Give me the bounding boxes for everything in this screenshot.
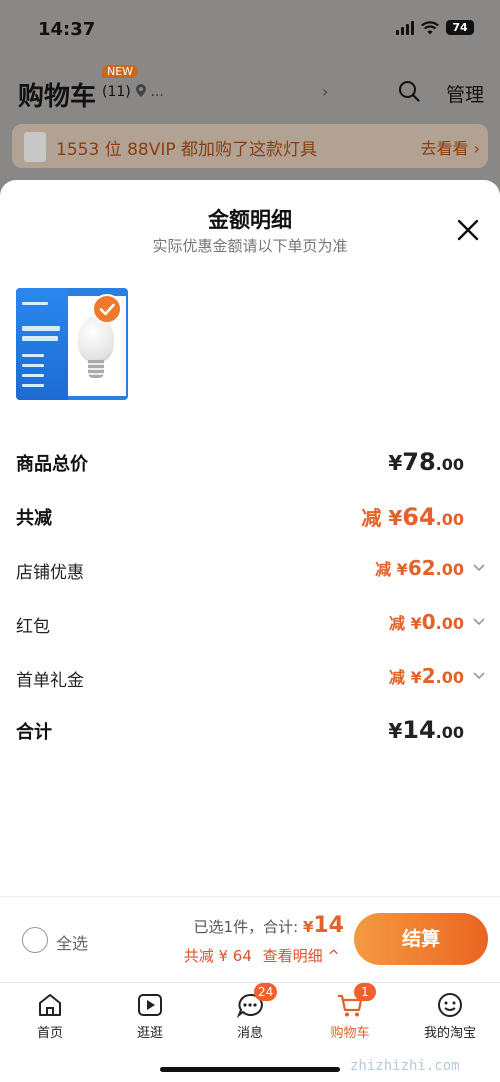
tab-browse[interactable]: 逛逛 [100,991,200,1041]
message-badge: 24 [254,983,278,1001]
battery-icon: 74 [446,20,474,35]
location-text: ... [150,84,164,100]
row-total-discount: 共减 减 ¥64.00 [16,502,486,532]
home-indicator [160,1067,340,1072]
chevron-down-icon[interactable] [472,560,486,574]
row-red-packet[interactable]: 红包 减 ¥0.00 [16,610,486,640]
row-label: 红包 [16,617,50,637]
row-label: 共减 [16,508,52,529]
status-icons: 74 [396,20,474,35]
chevron-down-icon[interactable] [472,614,486,628]
tab-cart[interactable]: 1 购物车 [300,983,400,1041]
row-value: 减 ¥2.00 [389,664,464,688]
row-label: 店铺优惠 [16,563,84,583]
chevron-down-icon[interactable] [472,668,486,682]
profile-icon [438,993,462,1017]
location-selector[interactable]: ... [136,84,164,100]
cart-badge: 1 [354,983,376,1001]
tab-profile[interactable]: 我的淘宝 [400,991,500,1041]
tab-messages[interactable]: 24 消息 [200,983,300,1041]
row-first-order-gift[interactable]: 首单礼金 减 ¥2.00 [16,664,486,694]
total-price: ¥14 [302,913,344,938]
tab-label: 首页 [36,1026,63,1041]
selected-count: 已选1件， [193,918,264,936]
row-item-total: 商品总价 ¥78.00 [16,448,486,478]
close-icon[interactable] [456,218,480,242]
row-value: ¥14.00 [388,716,464,744]
view-details-link[interactable]: 查看明细 ^ [263,947,340,965]
play-icon [138,994,162,1016]
tab-label: 消息 [236,1026,263,1041]
row-label: 商品总价 [16,454,88,475]
signal-icon [396,20,414,35]
row-value: 减 ¥0.00 [389,610,464,634]
manage-button[interactable]: 管理 [446,80,484,107]
discount-text: 共减 ¥ 64 [183,947,252,965]
product-thumbnail[interactable] [16,288,128,400]
promo-product-image [24,132,46,162]
sheet-title: 金额明细 [208,208,292,232]
tab-home[interactable]: 首页 [0,991,100,1041]
total-label: 合计: [263,918,299,936]
watermark: zhizhizhi.com [350,1058,460,1074]
background-cart-page: 14:37 74 购物车 NEW (11) ... › 管理 1553 位 88… [0,0,500,200]
tab-label: 我的淘宝 [423,1026,476,1041]
row-label: 首单礼金 [16,671,84,691]
location-pin-icon [136,84,146,97]
promo-link[interactable]: 去看看 › [421,135,481,159]
cart-header: 购物车 NEW (11) ... › 管理 [18,65,484,112]
promo-text: 1553 位 88VIP 都加购了这款灯具 [56,140,318,160]
select-all-checkbox[interactable] [22,927,48,953]
discount-summary[interactable]: 共减 ¥ 64 查看明细 ^ [184,945,340,966]
cart-title: 购物车 [18,82,97,112]
home-icon [39,994,61,1016]
status-time: 14:37 [38,19,96,40]
wifi-icon [421,20,439,34]
selected-check-icon[interactable] [92,294,122,324]
sheet-subtitle: 实际优惠金额请以下单页为准 [152,237,348,255]
new-badge: NEW [102,65,139,78]
checkout-button[interactable]: 结算 [354,913,488,965]
promo-banner[interactable]: 1553 位 88VIP 都加购了这款灯具 去看看 › [12,124,488,168]
row-value: ¥78.00 [388,448,464,476]
select-all-label[interactable]: 全选 [56,930,88,954]
row-value: 减 ¥62.00 [375,556,464,580]
row-store-discount[interactable]: 店铺优惠 减 ¥62.00 [16,556,486,586]
cart-count: (11) [102,84,131,100]
row-value: 减 ¥64.00 [361,503,464,531]
chevron-right-icon: › [322,82,329,101]
checkout-bar: 全选 已选1件，合计: ¥14 共减 ¥ 64 查看明细 ^ 结算 [0,896,500,982]
selection-summary: 已选1件，合计: ¥14 [194,913,344,938]
row-label: 合计 [16,722,52,743]
row-grand-total: 合计 ¥14.00 [16,716,486,746]
search-icon[interactable] [398,80,420,102]
tab-label: 逛逛 [136,1026,163,1041]
tab-label: 购物车 [330,1026,370,1041]
status-bar: 14:37 74 [0,0,500,60]
